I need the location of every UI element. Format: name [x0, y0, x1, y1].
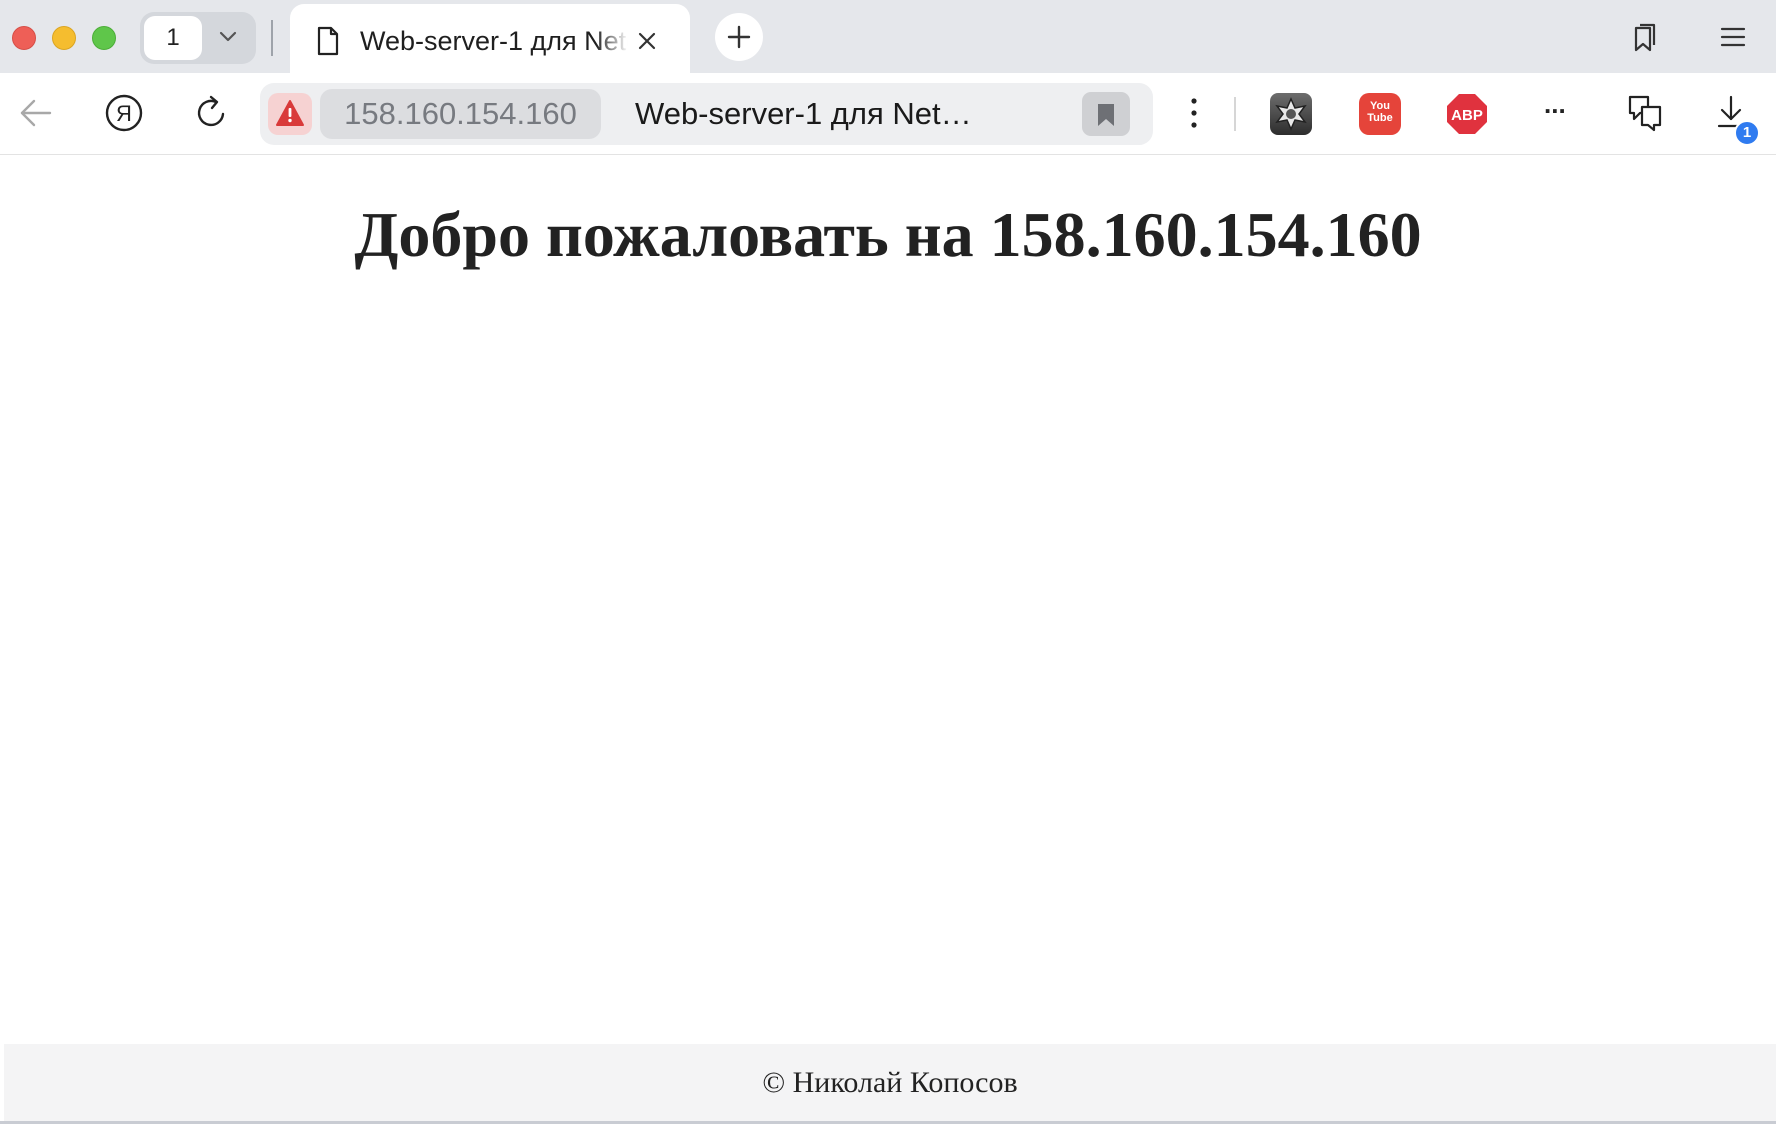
toolbar: Я 158.160.154.160 Web-server-1 для Net… [0, 73, 1776, 155]
footer-copyright: © Николай Копосов [762, 1066, 1018, 1099]
bookmark-button[interactable] [1082, 92, 1130, 136]
security-warning-button[interactable] [268, 93, 312, 135]
maximize-window-button[interactable] [92, 26, 116, 50]
minimize-window-button[interactable] [52, 26, 76, 50]
new-tab-button[interactable] [715, 13, 763, 61]
adblock-plus-extension-button[interactable]: ABP [1446, 93, 1488, 135]
toolbar-separator [1234, 97, 1236, 131]
bookmark-icon [1098, 104, 1114, 126]
warning-icon [276, 100, 304, 126]
bookmarks-panel-icon[interactable] [1628, 22, 1660, 54]
tab-separator [271, 20, 273, 56]
youtube-extension-button[interactable]: You Tube [1359, 93, 1401, 135]
abp-label: ABP [1451, 107, 1483, 124]
close-window-button[interactable] [12, 26, 36, 50]
gear-icon [1275, 97, 1307, 131]
tab-active[interactable]: Web-server-1 для Netology [290, 4, 690, 73]
tab-counter-button[interactable]: 1 [140, 12, 256, 64]
close-icon[interactable] [636, 30, 658, 52]
page-title-in-address-bar[interactable]: Web-server-1 для Net… [635, 89, 995, 139]
yandex-icon[interactable]: Я [104, 93, 144, 133]
page-footer: © Николай Копосов [4, 1044, 1776, 1122]
menu-icon[interactable] [1718, 22, 1748, 52]
tab-count: 1 [144, 16, 202, 60]
chevron-down-icon [219, 31, 237, 42]
plus-icon [727, 25, 751, 49]
svg-text:Я: Я [116, 101, 132, 126]
reload-icon[interactable] [194, 93, 230, 131]
adblock-plus-icon: ABP [1447, 94, 1487, 134]
url-text[interactable]: 158.160.154.160 [320, 89, 601, 139]
chat-icon[interactable] [1626, 93, 1664, 133]
downloads-count-badge: 1 [1734, 120, 1760, 146]
page-heading: Добро пожаловать на 158.160.154.160 [354, 199, 1422, 270]
more-extensions-button[interactable]: ... [1544, 89, 1566, 120]
tab-strip: 1 Web-server-1 для Netology [0, 0, 1776, 73]
gear-extension-button[interactable] [1270, 93, 1312, 135]
more-options-icon[interactable] [1184, 95, 1204, 131]
tab-title: Web-server-1 для Netology [360, 26, 628, 56]
back-arrow-icon[interactable] [18, 97, 54, 129]
youtube-icon-label: You Tube [1367, 100, 1393, 124]
address-bar[interactable]: 158.160.154.160 Web-server-1 для Net… [260, 83, 1153, 145]
document-icon [317, 26, 339, 56]
